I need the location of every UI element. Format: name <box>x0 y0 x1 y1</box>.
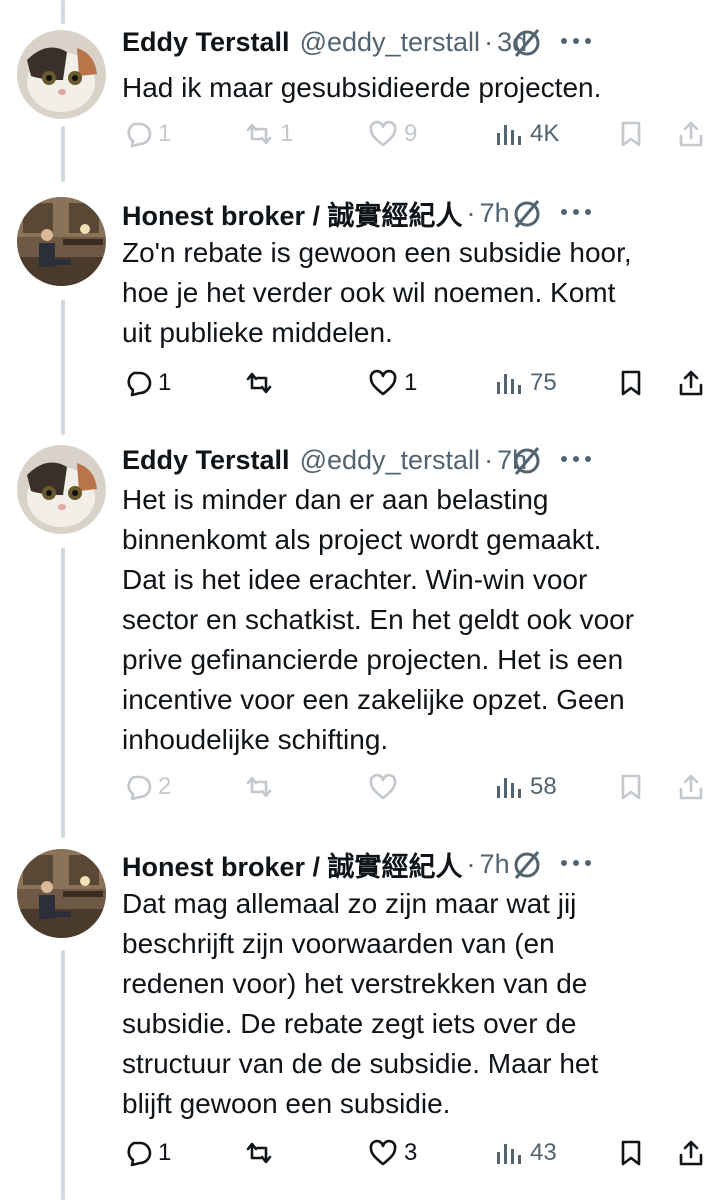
views-icon <box>497 374 521 394</box>
share-icon <box>679 121 703 147</box>
retweet-button[interactable] <box>244 363 280 403</box>
bookmark-button[interactable] <box>616 363 646 403</box>
share-icon <box>679 774 703 800</box>
bookmark-button[interactable] <box>616 114 646 154</box>
bookmark-icon <box>621 1140 641 1166</box>
share-button[interactable] <box>676 363 706 403</box>
like-icon <box>369 369 397 396</box>
views-button[interactable]: 43 <box>494 1133 557 1173</box>
grok-icon[interactable] <box>510 444 544 478</box>
retweet-button[interactable] <box>244 1133 280 1173</box>
grok-icon[interactable] <box>510 26 544 60</box>
tweet[interactable]: Honest broker / 誠實經紀人 · 7h Dat mag allem… <box>0 844 724 1184</box>
share-icon <box>679 370 703 396</box>
more-icon[interactable] <box>556 24 596 58</box>
like-button[interactable]: 1 <box>368 363 417 403</box>
author-name[interactable]: Eddy Terstall <box>122 445 290 476</box>
bookmark-icon <box>621 121 641 147</box>
share-icon <box>679 1140 703 1166</box>
tweet[interactable]: Eddy Terstall @eddy_terstall · 3d Had ik… <box>0 22 724 162</box>
grok-icon[interactable] <box>510 197 544 231</box>
tweet-header: Eddy Terstall @eddy_terstall · 7h <box>122 440 712 480</box>
more-icon[interactable] <box>556 846 596 880</box>
bookmark-button[interactable] <box>616 767 646 807</box>
avatar[interactable] <box>17 445 106 534</box>
action-bar-end <box>0 767 724 807</box>
views-count: 75 <box>530 369 557 396</box>
like-button[interactable]: 3 <box>368 1133 417 1173</box>
separator-dot: · <box>466 848 476 879</box>
tweet-header: Honest broker / 誠實經紀人 · 7h <box>122 844 712 884</box>
action-bar: 1 1 75 <box>0 363 724 403</box>
like-count: 1 <box>404 369 418 396</box>
author-handle[interactable]: @eddy_terstall <box>300 27 481 58</box>
action-bar-end <box>0 114 724 154</box>
tweet[interactable]: Honest broker / 誠實經紀人 · 7h Zo'n rebate i… <box>0 193 724 413</box>
like-count: 3 <box>404 1139 418 1166</box>
reply-button[interactable]: 1 <box>122 363 171 403</box>
grok-icon[interactable] <box>510 848 544 882</box>
avatar[interactable] <box>17 30 106 119</box>
separator-dot: · <box>484 26 494 57</box>
tweet-text: Had ik maar gesubsidieerde projecten. <box>122 72 602 103</box>
share-button[interactable] <box>676 767 706 807</box>
reply-count: 1 <box>158 369 172 396</box>
separator-dot: · <box>484 444 494 475</box>
tweet[interactable]: Eddy Terstall @eddy_terstall · 7h Het is… <box>0 440 724 820</box>
avatar[interactable] <box>17 849 106 938</box>
retweet-icon <box>246 372 272 394</box>
more-icon[interactable] <box>556 442 596 476</box>
views-button[interactable]: 75 <box>494 363 557 403</box>
tweet-text: Zo'n rebate is gewoon een subsidie hoor,… <box>122 237 632 348</box>
action-bar: 1 3 43 <box>0 1133 724 1173</box>
reply-count: 1 <box>158 1139 172 1166</box>
thread-line <box>61 0 65 24</box>
tweet-text: Dat mag allemaal zo zijn maar wat jij be… <box>122 888 599 1119</box>
author-handle[interactable]: @eddy_terstall <box>300 445 481 476</box>
author-name[interactable]: Honest broker / 誠實經紀人 <box>122 845 463 884</box>
reply-icon <box>127 371 152 397</box>
tweet-text: Het is minder dan er aan belasting binne… <box>122 484 635 755</box>
timestamp[interactable]: 7h <box>480 849 510 880</box>
tweet-header: Honest broker / 誠實經紀人 · 7h <box>122 193 712 233</box>
timestamp[interactable]: 7h <box>480 198 510 229</box>
retweet-icon <box>246 1142 272 1164</box>
author-name[interactable]: Honest broker / 誠實經紀人 <box>122 194 463 233</box>
views-count: 43 <box>530 1139 557 1166</box>
bookmark-icon <box>621 774 641 800</box>
bookmark-button[interactable] <box>616 1133 646 1173</box>
reply-button[interactable]: 1 <box>122 1133 171 1173</box>
bookmark-icon <box>621 370 641 396</box>
avatar[interactable] <box>17 197 106 286</box>
share-button[interactable] <box>676 1133 706 1173</box>
separator-dot: · <box>466 197 476 228</box>
views-icon <box>497 1144 521 1164</box>
more-icon[interactable] <box>556 195 596 229</box>
share-button[interactable] <box>676 114 706 154</box>
author-name[interactable]: Eddy Terstall <box>122 27 290 58</box>
tweet-header: Eddy Terstall @eddy_terstall · 3d <box>122 22 712 62</box>
reply-icon <box>127 1141 152 1167</box>
like-icon <box>369 1139 397 1166</box>
